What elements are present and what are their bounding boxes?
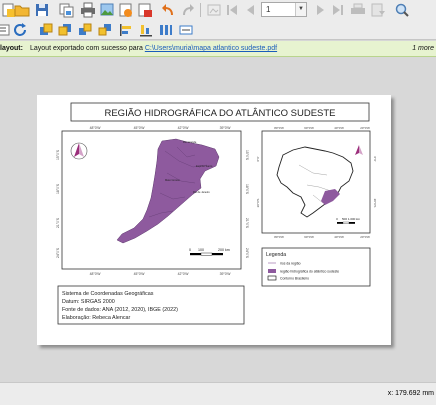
inset-left-tick: 20°0'S [256, 199, 260, 208]
undo-icon[interactable] [160, 2, 176, 18]
duplicate-layout-icon[interactable] [58, 2, 74, 18]
info-line: Fonte de dados: ANA (2012, 2020), IBGE (… [62, 307, 178, 313]
main-map-bottom-tick: 39°0'W [220, 272, 232, 276]
main-map-left-tick: 21°0'S [56, 217, 60, 228]
legend-title: Legenda [266, 252, 286, 258]
main-toolbar: 1 ▼ [0, 0, 436, 20]
place-label: Espírito Santo [196, 164, 213, 168]
main-map-left-tick: 18°0'S [56, 183, 60, 194]
north-arrow-icon [70, 142, 88, 160]
export-pdf-icon[interactable] [137, 2, 153, 18]
outline-swatch [267, 275, 277, 281]
inset-bottom-tick: 40°0'W [334, 235, 344, 239]
inset-scale-label: 500 1.000 km [342, 217, 361, 221]
layout-toolbar [0, 20, 436, 40]
main-map-top-tick: 42°0'W [178, 126, 190, 130]
info-box[interactable]: Sistema de Coordenadas Geográficas Datum… [57, 285, 245, 325]
atlas-export-icon[interactable] [370, 2, 386, 18]
layout-title: REGIÃO HIDROGRÁFICA DO ATLÂNTICO SUDESTE [104, 108, 335, 119]
main-map-right-tick: 15°0'S [245, 150, 249, 161]
layout-page[interactable]: REGIÃO HIDROGRÁFICA DO ATLÂNTICO SUDESTE… [37, 95, 391, 345]
raise-item-icon[interactable] [38, 22, 54, 38]
distribute-icon[interactable] [158, 22, 174, 38]
legend[interactable]: Legenda rios da região região hidrográfi… [261, 247, 371, 287]
info-line: Datum: SIRGAS 2000 [62, 299, 115, 305]
main-map-right-tick: 24°0'S [245, 248, 249, 259]
main-map-right-tick: 21°0'S [245, 218, 249, 229]
info-line: Sistema de Coordenadas Geográficas [62, 291, 154, 297]
inset-left-tick: 0°0' [256, 156, 260, 162]
atlas-page-number: 1 [266, 5, 271, 14]
place-label: Rio Grande [183, 140, 197, 144]
message-bar: layout: Layout exportado com sucesso par… [0, 41, 436, 57]
print-icon[interactable] [80, 2, 96, 18]
refresh-icon[interactable] [12, 22, 28, 38]
inset-map[interactable]: 80°0'W 60°0'W 40°0'W 20°0'W 80°0'W 60°0'… [256, 126, 377, 239]
inset-right-tick: 0°0' [373, 156, 377, 162]
info-line: Elaboração: Rebeca Alencar [62, 315, 131, 321]
layout-page-content: REGIÃO HIDROGRÁFICA DO ATLÂNTICO SUDESTE… [56, 102, 377, 325]
atlas-settings-icon[interactable] [206, 2, 222, 18]
previous-feature-icon[interactable] [242, 2, 258, 18]
inset-top-tick: 80°0'W [274, 126, 284, 130]
main-map-right-tick: 18°0'S [245, 184, 249, 195]
align-bottom-icon[interactable] [138, 22, 154, 38]
cursor-coordinate: x: 179.692 mm [387, 390, 434, 397]
place-label: Mato Grosso [165, 178, 180, 182]
legend-item: região hidrográfica do atlântico sudeste [280, 270, 339, 274]
place-label: Rio de Janeiro [193, 190, 210, 194]
open-folder-icon[interactable] [14, 2, 30, 18]
main-map[interactable]: 48°0'W 45°0'W 42°0'W 39°0'W 48°0'W 45°0'… [56, 126, 249, 276]
zoom-icon[interactable] [394, 2, 410, 18]
layout-canvas[interactable]: REGIÃO HIDROGRÁFICA DO ATLÂNTICO SUDESTE… [0, 57, 436, 382]
atlas-page-selector[interactable]: 1 ▼ [261, 2, 307, 17]
export-path-link[interactable]: C:\Users\muria\mapa atlantico sudeste.pd… [145, 45, 277, 52]
main-map-left-tick: 15°0'S [56, 149, 60, 160]
inset-bottom-tick: 80°0'W [274, 235, 284, 239]
first-feature-icon[interactable] [224, 2, 240, 18]
main-map-bottom-tick: 42°0'W [178, 272, 190, 276]
status-bar: x: 179.692 mm [0, 382, 436, 405]
inset-bottom-tick: 60°0'W [304, 235, 314, 239]
main-map-bottom-tick: 48°0'W [90, 272, 102, 276]
inset-right-tick: 20°0'S [373, 199, 377, 208]
main-map-left-tick: 24°0'S [56, 247, 60, 258]
region-swatch [268, 269, 276, 273]
redo-icon[interactable] [180, 2, 196, 18]
item-properties-icon[interactable] [0, 22, 12, 38]
message-body: Layout exportado com sucesso para [30, 45, 143, 52]
main-map-top-tick: 39°0'W [220, 126, 232, 130]
legend-item: rios da região [280, 262, 301, 266]
legend-item: Contorno Brasileiro [280, 277, 309, 281]
export-image-icon[interactable] [99, 2, 115, 18]
chevron-down-icon[interactable]: ▼ [295, 3, 306, 16]
resize-icon[interactable] [178, 22, 194, 38]
align-left-icon[interactable] [118, 22, 134, 38]
main-map-top-tick: 45°0'W [134, 126, 146, 130]
scale-label: 200 km [218, 248, 230, 252]
last-feature-icon[interactable] [330, 2, 346, 18]
next-feature-icon[interactable] [313, 2, 329, 18]
scale-label: 100 [198, 248, 204, 252]
inset-top-tick: 20°0'W [360, 126, 370, 130]
send-to-back-icon[interactable] [97, 22, 113, 38]
inset-top-tick: 40°0'W [334, 126, 344, 130]
main-map-bottom-tick: 45°0'W [134, 272, 146, 276]
save-icon[interactable] [34, 2, 50, 18]
main-map-top-tick: 48°0'W [90, 126, 102, 130]
export-svg-icon[interactable] [118, 2, 134, 18]
lower-item-icon[interactable] [57, 22, 73, 38]
toolbar-separator [200, 3, 201, 17]
bring-to-front-icon[interactable] [77, 22, 93, 38]
inset-top-tick: 60°0'W [304, 126, 314, 130]
message-title: layout: [0, 45, 23, 52]
message-text: Layout exportado com sucesso para C:\Use… [30, 41, 277, 56]
more-messages-link[interactable]: 1 more [412, 41, 434, 56]
scale-label: 0 [189, 248, 191, 252]
inset-bottom-tick: 20°0'W [360, 235, 370, 239]
atlas-print-icon[interactable] [350, 2, 366, 18]
